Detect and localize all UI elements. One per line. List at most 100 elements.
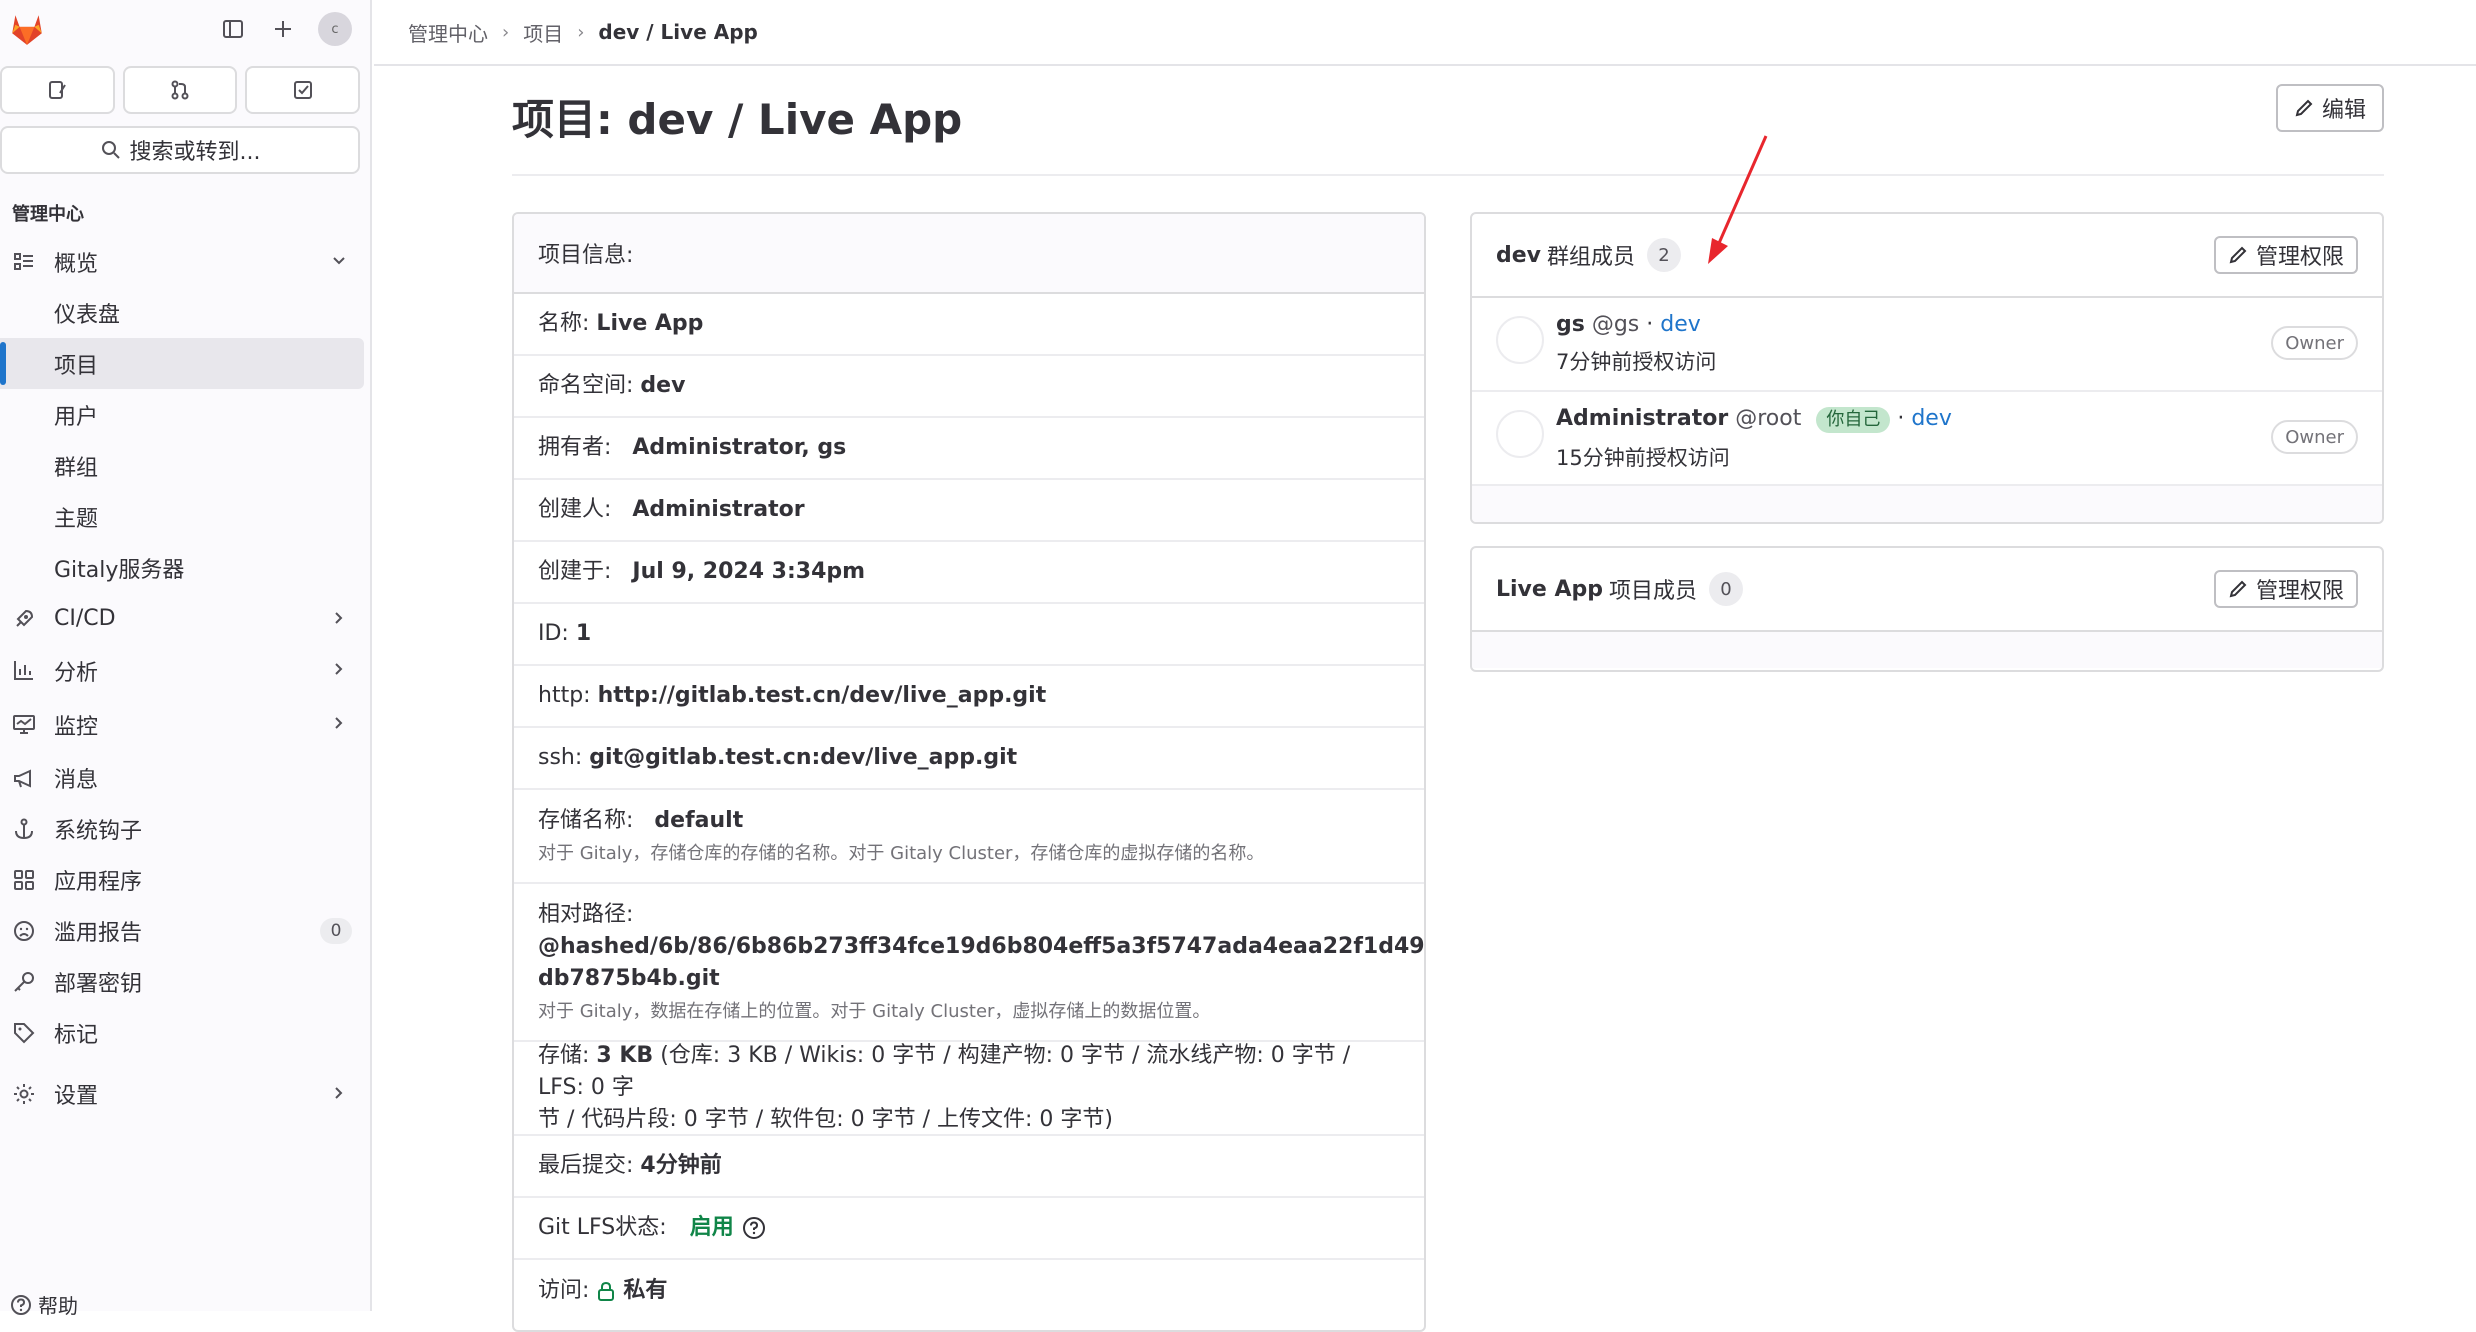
issues-icon xyxy=(49,81,67,99)
sidebar-item-topics[interactable]: 主题 xyxy=(0,491,372,542)
member-username: @root xyxy=(1735,406,1802,431)
help-link[interactable]: 帮助 xyxy=(10,1290,78,1319)
group-members-footer xyxy=(1472,486,2382,522)
access-value: 私有 xyxy=(623,1278,668,1303)
namespace-label: 命名空间: xyxy=(538,373,634,398)
project-info-header: 项目信息: xyxy=(514,214,1424,294)
http-url[interactable]: http://gitlab.test.cn/dev/live_app.git xyxy=(598,683,1047,708)
member-row: Administrator @root 你自己 · dev 15分钟前授权访问 … xyxy=(1472,392,2382,486)
group-members-header: dev 群组成员 2 管理权限 xyxy=(1472,214,2382,298)
gear-icon xyxy=(14,1084,34,1104)
member-count-badge: 2 xyxy=(1647,238,1682,272)
owner-label: 拥有者: xyxy=(538,435,612,460)
relative-path-hint: 对于 Gitaly，数据在存储上的位置。对于 Gitaly Cluster，虚拟… xyxy=(538,1001,1211,1022)
manage-project-permissions-button[interactable]: 管理权限 xyxy=(2213,570,2358,608)
ssh-url[interactable]: git@gitlab.test.cn:dev/live_app.git xyxy=(589,745,1017,770)
member-source-link[interactable]: dev xyxy=(1911,406,1952,431)
sidebar-item-deploy-keys[interactable]: 部署密钥 xyxy=(0,956,372,1007)
avatar[interactable] xyxy=(1496,316,1544,364)
edit-label: 编辑 xyxy=(2321,98,2366,123)
member-row: gs @gs · dev 7分钟前授权访问 Owner xyxy=(1472,298,2382,392)
project-name: Live App xyxy=(1496,576,1604,602)
sidebar-item-label: 监控 xyxy=(54,715,99,740)
sidebar-item-analytics[interactable]: 分析 xyxy=(0,644,372,698)
count-badge: 0 xyxy=(320,918,352,944)
search-icon xyxy=(101,141,120,159)
created-label: 创建于: xyxy=(538,559,612,584)
sidebar-item-label: 系统钩子 xyxy=(54,818,143,844)
breadcrumb-item-projects[interactable]: 项目 xyxy=(523,18,563,47)
merge-request-icon xyxy=(171,80,189,100)
sidebar-item-monitoring[interactable]: 监控 xyxy=(0,698,372,752)
relative-path-value-line2: db7875b4b.git xyxy=(538,966,720,991)
gitlab-logo-icon[interactable] xyxy=(8,10,46,48)
sidebar-item-label: 应用程序 xyxy=(54,869,143,895)
owner-value[interactable]: Administrator, gs xyxy=(632,435,846,460)
sidebar-top: c xyxy=(0,0,370,58)
issues-tile[interactable] xyxy=(0,66,115,114)
edit-button[interactable]: 编辑 xyxy=(2276,84,2384,132)
lfs-status-value: 启用 xyxy=(689,1215,734,1240)
user-avatar[interactable]: c xyxy=(318,12,352,46)
sidebar-item-projects[interactable]: 项目 xyxy=(0,338,364,389)
member-granted: 7分钟前授权访问 xyxy=(1556,350,1717,374)
chevron-right-icon xyxy=(335,1087,343,1099)
breadcrumb-item-current[interactable]: dev / Live App xyxy=(598,20,757,44)
sidebar-item-groups[interactable]: 群组 xyxy=(0,440,372,491)
sidebar-item-label: 群组 xyxy=(54,455,99,481)
chevron-down-icon xyxy=(333,257,345,265)
name-label: 名称: xyxy=(538,311,590,336)
avatar[interactable] xyxy=(1496,410,1544,458)
sidebar: c 搜索或转到... 管理中心 概览 仪表盘 项目 用户 群组 主题 Gital… xyxy=(0,0,372,1318)
manage-permissions-label: 管理权限 xyxy=(2255,579,2344,604)
search-button[interactable]: 搜索或转到... xyxy=(0,126,360,174)
sidebar-item-messages[interactable]: 消息 xyxy=(0,752,372,803)
creator-label: 创建人: xyxy=(538,497,612,522)
sidebar-item-label: 主题 xyxy=(54,506,99,532)
chevron-right-icon xyxy=(335,612,343,624)
sidebar-shortcut-tiles xyxy=(0,66,361,114)
sidebar-item-settings[interactable]: 设置 xyxy=(0,1068,372,1119)
lock-icon xyxy=(598,1281,615,1301)
member-name[interactable]: gs xyxy=(1556,312,1585,337)
sidebar-item-cicd[interactable]: CI/CD xyxy=(0,593,372,644)
storage-name-label: 存储名称: xyxy=(538,808,634,833)
sidebar-item-labels[interactable]: 标记 xyxy=(0,1007,372,1058)
manage-group-permissions-button[interactable]: 管理权限 xyxy=(2213,236,2358,274)
member-name[interactable]: Administrator xyxy=(1556,406,1728,431)
sidebar-item-overview[interactable]: 概览 xyxy=(0,236,372,287)
sidebar-item-dashboard[interactable]: 仪表盘 xyxy=(0,287,372,338)
sidebar-item-abuse-reports[interactable]: 滥用报告 0 xyxy=(0,905,372,956)
project-members-footer xyxy=(1472,632,2382,668)
sidebar-item-gitaly-servers[interactable]: Gitaly服务器 xyxy=(0,542,372,593)
last-commit-value: 4分钟前 xyxy=(640,1153,722,1178)
sidebar-item-users[interactable]: 用户 xyxy=(0,389,372,440)
sidebar-section-title: 管理中心 xyxy=(12,204,84,225)
merge-requests-tile[interactable] xyxy=(122,66,238,114)
info-row-access: 访问: 私有 xyxy=(514,1260,1424,1322)
project-members-title: 项目成员 xyxy=(1609,579,1698,604)
http-label: http: xyxy=(538,683,591,708)
info-row-id: ID: 1 xyxy=(514,604,1424,666)
sidebar-item-applications[interactable]: 应用程序 xyxy=(0,854,372,905)
question-circle-icon[interactable] xyxy=(742,1216,766,1240)
manage-permissions-label: 管理权限 xyxy=(2255,245,2344,270)
creator-value[interactable]: Administrator xyxy=(632,497,804,522)
id-label: ID: xyxy=(538,621,569,646)
member-granted: 15分钟前授权访问 xyxy=(1556,446,1730,470)
namespace-value[interactable]: dev xyxy=(640,373,685,398)
sidebar-toggle-icon[interactable] xyxy=(218,14,248,44)
plus-icon[interactable] xyxy=(268,14,298,44)
info-row-storage-name: 存储名称: default 对于 Gitaly，存储仓库的存储的名称。对于 Gi… xyxy=(514,790,1424,884)
sidebar-item-system-hooks[interactable]: 系统钩子 xyxy=(0,803,372,854)
page-title: 项目: dev / Live App xyxy=(512,95,963,144)
relative-path-value-line1: @hashed/6b/86/6b86b273ff34fce19d6b804eff… xyxy=(538,934,1425,959)
breadcrumb-separator-icon: › xyxy=(502,21,510,43)
breadcrumb-separator-icon: › xyxy=(577,21,585,43)
todos-tile[interactable] xyxy=(245,66,361,114)
breadcrumb-item-admin[interactable]: 管理中心 xyxy=(408,18,488,47)
member-source-link[interactable]: dev xyxy=(1660,312,1701,337)
label-icon xyxy=(14,1023,35,1044)
annotation-arrow-icon xyxy=(1708,135,1768,264)
created-value: Jul 9, 2024 3:34pm xyxy=(632,559,866,584)
